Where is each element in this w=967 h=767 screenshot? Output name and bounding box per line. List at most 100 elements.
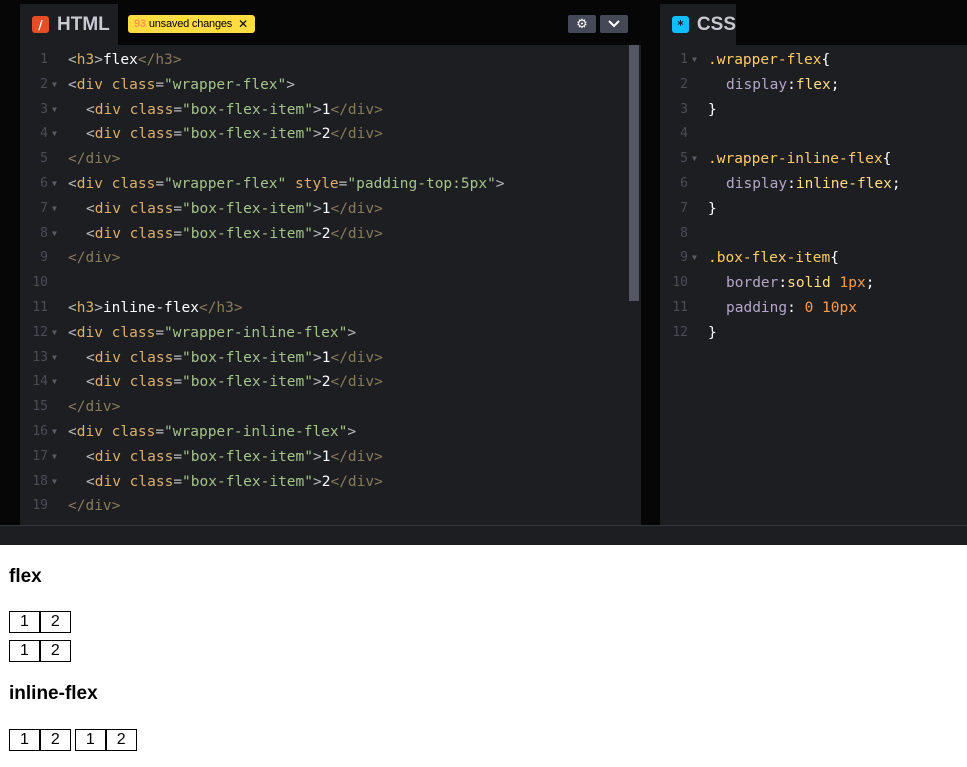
fold-arrow-icon[interactable]: ▼ — [52, 197, 57, 222]
code-line[interactable]: 11 <h3>inline-flex</h3> — [20, 296, 641, 321]
code-line[interactable]: 10 — [20, 271, 641, 296]
code-line[interactable]: 2 ▼ <div class="wrapper-flex"> — [20, 73, 641, 98]
code-line[interactable]: 6 ▼ <div class="wrapper-flex" style="paddi… — [20, 172, 641, 197]
code-text: </div> — [68, 246, 120, 271]
code-text: display:flex; — [726, 73, 840, 98]
code-token: < — [68, 324, 77, 341]
fold-arrow-icon[interactable]: ▼ — [692, 48, 697, 73]
code-token: > — [94, 52, 103, 68]
preview-heading-inline-flex: inline-flex — [9, 683, 98, 704]
fold-arrow-icon[interactable]: ▼ — [52, 321, 57, 346]
close-icon[interactable]: ✕ — [238, 18, 248, 30]
line-number: 3 — [40, 101, 48, 117]
code-line[interactable]: 3} — [660, 98, 967, 123]
code-token: = — [173, 200, 183, 217]
code-line[interactable]: 4 ▼ <div class="box-flex-item">2</div> — [20, 122, 641, 147]
html-editor-scrollbar[interactable] — [629, 45, 639, 301]
code-token: < — [86, 101, 95, 118]
fold-arrow-icon[interactable]: ▼ — [52, 222, 57, 247]
line-number: 19 — [32, 498, 48, 514]
code-line[interactable]: 8 — [660, 222, 967, 247]
code-line[interactable]: 17 ▼ <div class="box-flex-item">1</div> — [20, 445, 641, 470]
code-token: } — [708, 101, 717, 118]
code-token: </div> — [68, 399, 121, 416]
code-line[interactable]: 1 <h3>flex</h3> — [20, 48, 641, 73]
code-line[interactable]: 9 </div> — [20, 246, 641, 271]
code-line[interactable]: 19 </div> — [20, 494, 641, 519]
fold-arrow-icon[interactable]: ▼ — [52, 346, 57, 371]
box-flex-item: 1 — [74, 729, 106, 751]
fold-arrow-icon[interactable]: ▼ — [52, 172, 57, 197]
code-line[interactable]: 2 display:flex; — [660, 73, 967, 98]
html-pane-header: / HTML 93 unsaved changes ✕ ⚙ — [20, 4, 641, 45]
fold-arrow-icon[interactable]: ▼ — [52, 445, 57, 470]
code-token: class — [129, 448, 174, 465]
code-text: <h3>flex</h3> — [68, 48, 182, 73]
code-line[interactable]: 1 ▼ .wrapper-flex{ — [660, 48, 967, 73]
code-token: > — [313, 126, 322, 143]
code-token: inline-flex — [102, 300, 199, 316]
fold-arrow-icon[interactable]: ▼ — [52, 470, 57, 495]
code-line[interactable]: 15 </div> — [20, 395, 641, 420]
code-text: .wrapper-inline-flex{ — [708, 147, 891, 172]
code-token: </div> — [330, 200, 383, 217]
html-tab[interactable]: / HTML — [20, 4, 118, 45]
code-text: </div> — [68, 147, 120, 172]
code-token: </div> — [330, 448, 383, 465]
unsaved-changes-badge[interactable]: 93 unsaved changes ✕ — [128, 15, 255, 33]
code-text: } — [708, 98, 717, 123]
line-number: 14 — [32, 374, 48, 390]
code-line[interactable]: 10 border:solid 1px; — [660, 271, 967, 296]
code-token: "box-flex-item" — [182, 200, 313, 217]
code-token: class — [111, 424, 156, 440]
code-line[interactable]: 12 ▼ <div class="wrapper-inline-flex"> — [20, 321, 641, 346]
code-token: "wrapper-flex" — [164, 76, 287, 93]
code-line[interactable]: 12} — [660, 321, 967, 346]
code-line[interactable]: 7 ▼ <div class="box-flex-item">1</div> — [20, 197, 641, 222]
code-token: .box-flex-item — [708, 250, 831, 267]
code-text: border:solid 1px; — [726, 271, 874, 296]
code-line[interactable]: 6 display:inline-flex; — [660, 172, 967, 197]
code-token: class — [129, 126, 174, 143]
fold-arrow-icon[interactable]: ▼ — [52, 98, 57, 123]
fold-arrow-icon[interactable]: ▼ — [52, 73, 57, 98]
fold-arrow-icon[interactable]: ▼ — [692, 147, 697, 172]
code-line[interactable]: 14 ▼ <div class="box-flex-item">2</div> — [20, 370, 641, 395]
code-token: } — [708, 200, 717, 217]
collapse-button[interactable] — [600, 15, 628, 33]
fold-arrow-icon[interactable]: ▼ — [692, 246, 697, 271]
code-line[interactable]: 5 </div> — [20, 147, 641, 172]
fold-arrow-icon[interactable]: ▼ — [52, 122, 57, 147]
fold-arrow-icon[interactable]: ▼ — [52, 420, 57, 445]
code-token: > — [313, 101, 322, 118]
code-line[interactable]: 3 ▼ <div class="box-flex-item">1</div> — [20, 98, 641, 123]
resize-divider[interactable] — [0, 525, 967, 545]
code-line[interactable]: 5 ▼ .wrapper-inline-flex{ — [660, 147, 967, 172]
html-code-editor[interactable]: 1 <h3>flex</h3> 2 ▼ <div class="wrapper-flex… — [20, 45, 641, 525]
line-number: 15 — [32, 399, 48, 415]
code-token: flex — [795, 76, 831, 93]
fold-arrow-icon[interactable]: ▼ — [52, 370, 57, 395]
code-line[interactable]: 16 ▼ <div class="wrapper-inline-flex"> — [20, 420, 641, 445]
code-token: class — [129, 374, 174, 391]
code-token: class — [111, 76, 156, 93]
code-token: "padding-top:5px" — [347, 176, 496, 192]
code-token: </h3> — [198, 300, 243, 316]
code-token: < — [68, 52, 77, 68]
settings-button[interactable]: ⚙ — [568, 15, 596, 33]
preview-wrapper-flex-2: 1 2 — [9, 640, 71, 662]
code-line[interactable]: 13 ▼ <div class="box-flex-item">1</div> — [20, 346, 641, 371]
code-line[interactable]: 18 ▼ <div class="box-flex-item">2</div> — [20, 470, 641, 495]
box-flex-item: 2 — [39, 729, 71, 751]
code-line[interactable]: 8 ▼ <div class="box-flex-item">2</div> — [20, 222, 641, 247]
css-tab[interactable]: * CSS — [660, 4, 736, 45]
code-line[interactable]: 4 — [660, 122, 967, 147]
code-line[interactable]: 9 ▼ .box-flex-item{ — [660, 246, 967, 271]
code-line[interactable]: 7} — [660, 197, 967, 222]
css-code-editor[interactable]: 1 ▼ .wrapper-flex{2 display:flex; 3} 4 5 ▼ .wrap… — [660, 45, 967, 525]
code-token: = — [173, 126, 183, 143]
code-token: > — [495, 176, 505, 192]
box-flex-item: 2 — [39, 611, 71, 633]
code-token: = — [173, 473, 183, 490]
code-line[interactable]: 11 padding: 0 10px — [660, 296, 967, 321]
